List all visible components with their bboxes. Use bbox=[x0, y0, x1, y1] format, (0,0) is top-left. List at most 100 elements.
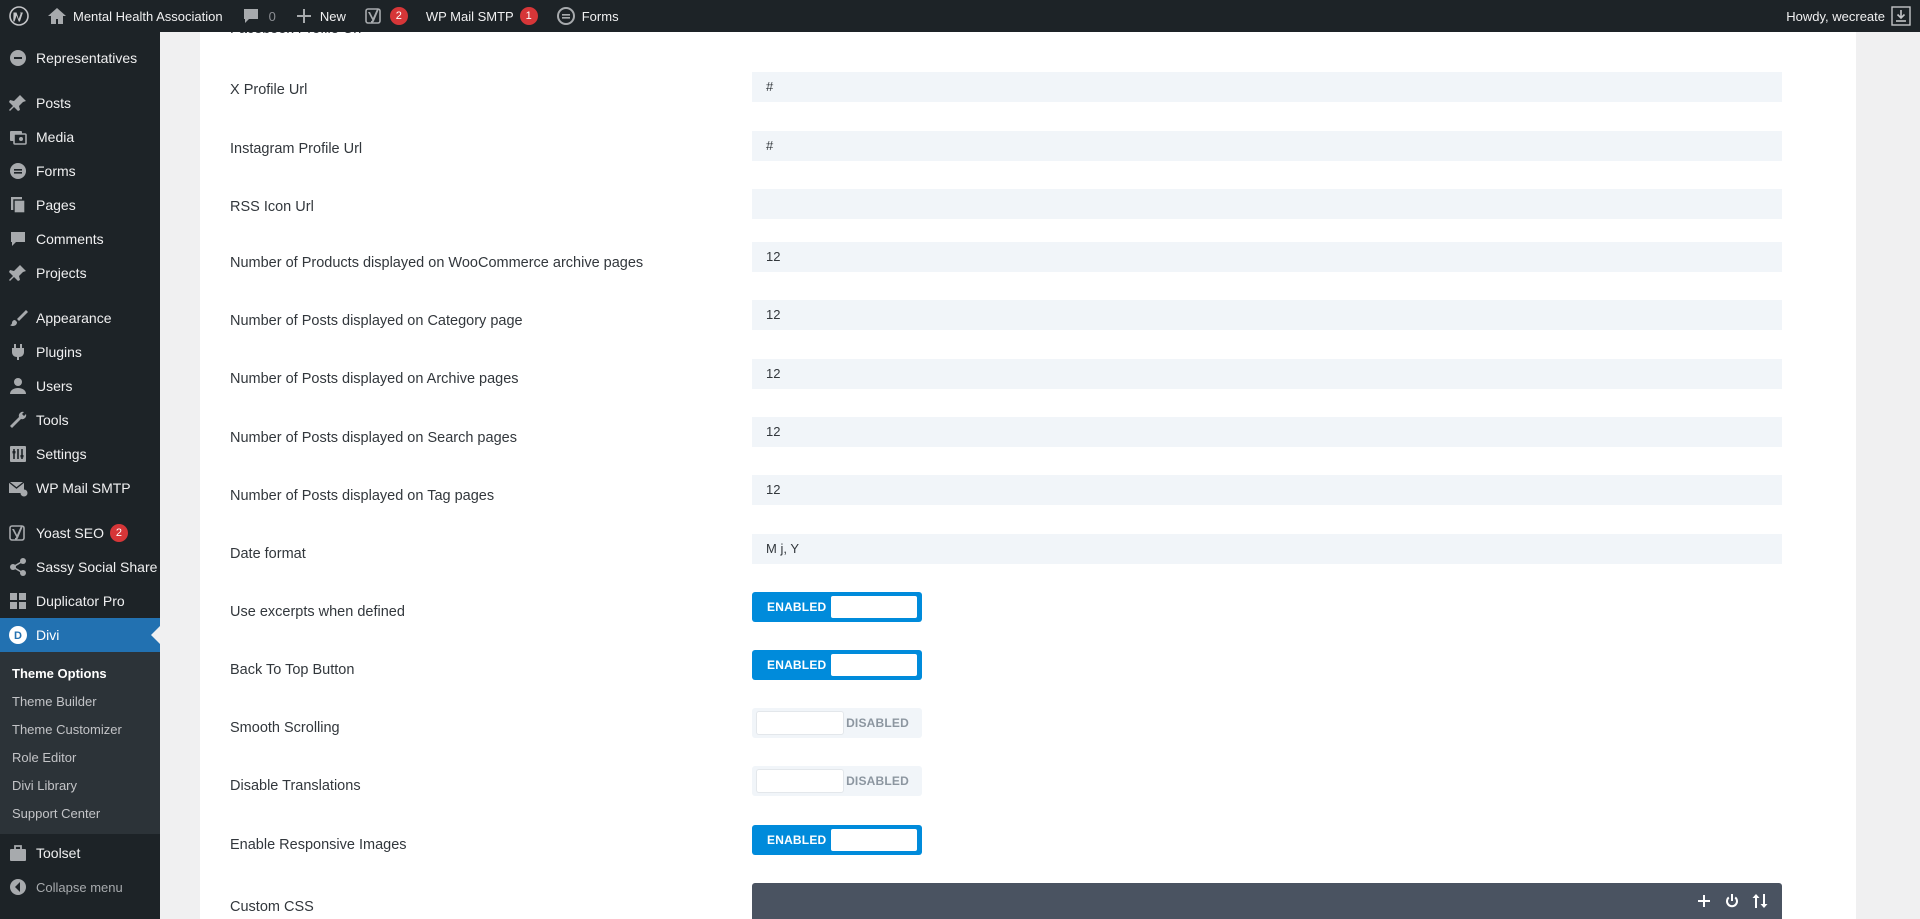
sidebar-item-sassy-social-share[interactable]: Sassy Social Share bbox=[0, 550, 160, 584]
toggle-state: DISABLED bbox=[846, 716, 909, 730]
sidebar-item-label: Duplicator Pro bbox=[36, 593, 125, 609]
sidebar-item-label: Users bbox=[36, 378, 73, 394]
site-name-link[interactable]: Mental Health Association bbox=[38, 0, 232, 32]
sidebar-item-toolset[interactable]: Toolset bbox=[0, 836, 160, 870]
toolset-icon bbox=[10, 845, 26, 861]
new-label: New bbox=[319, 8, 346, 24]
sidebar-item-representatives[interactable]: Representatives bbox=[0, 41, 160, 75]
sidebar-item-label: Projects bbox=[36, 265, 87, 281]
excerpts-toggle[interactable]: ENABLED bbox=[752, 592, 922, 622]
sidebar-item-plugins[interactable]: Plugins bbox=[0, 335, 160, 369]
forms-adminbar-button[interactable]: Forms bbox=[547, 0, 628, 32]
setting-row-date-format: Date format bbox=[200, 534, 1856, 564]
setting-row-excerpts: Use excerpts when defined ENABLED bbox=[200, 592, 1856, 622]
tag-posts-input[interactable] bbox=[752, 475, 1782, 505]
home-icon bbox=[48, 8, 66, 24]
comments-link[interactable]: 0 bbox=[232, 0, 285, 32]
wrench-icon bbox=[10, 411, 27, 428]
sidebar-item-duplicator-pro[interactable]: Duplicator Pro bbox=[0, 584, 160, 618]
toggle-state: ENABLED bbox=[767, 658, 827, 672]
smooth-scrolling-toggle[interactable]: DISABLED bbox=[752, 708, 922, 738]
setting-label: RSS Icon Url bbox=[230, 199, 314, 215]
setting-row-responsive-images: Enable Responsive Images ENABLED bbox=[200, 825, 1856, 855]
sidebar-item-divi[interactable]: D Divi bbox=[0, 618, 160, 652]
yoast-icon bbox=[9, 525, 25, 541]
x-profile-url-input[interactable] bbox=[752, 72, 1782, 102]
submenu-role-editor[interactable]: Role Editor bbox=[0, 743, 160, 771]
collapse-label: Collapse menu bbox=[36, 879, 123, 895]
sidebar-item-label: Divi bbox=[36, 627, 60, 643]
setting-label: Instagram Profile Url bbox=[230, 141, 363, 157]
submenu-support-center[interactable]: Support Center bbox=[0, 799, 160, 827]
setting-row-rss: RSS Icon Url bbox=[200, 189, 1856, 219]
responsive-images-toggle[interactable]: ENABLED bbox=[752, 825, 922, 855]
yoast-badge: 2 bbox=[389, 7, 408, 25]
custom-css-editor[interactable] bbox=[752, 883, 1782, 919]
setting-row-smooth-scrolling: Smooth Scrolling DISABLED bbox=[200, 708, 1856, 738]
wp-mail-smtp-button[interactable]: WP Mail SMTP 1 bbox=[417, 0, 547, 32]
representatives-icon bbox=[10, 50, 26, 66]
sidebar-item-yoast-seo[interactable]: Yoast SEO 2 bbox=[0, 516, 160, 550]
instagram-url-input[interactable] bbox=[752, 131, 1782, 161]
yoast-adminbar-button[interactable]: 2 bbox=[355, 0, 417, 32]
sidebar-item-settings[interactable]: Settings bbox=[0, 437, 160, 471]
archive-posts-input[interactable] bbox=[752, 359, 1782, 389]
settings-icon bbox=[10, 446, 26, 462]
setting-label: Number of Posts displayed on Archive pag… bbox=[230, 371, 519, 387]
sidebar-item-appearance[interactable]: Appearance bbox=[0, 301, 160, 335]
comments-count: 0 bbox=[268, 8, 276, 24]
toggle-state: ENABLED bbox=[767, 833, 827, 847]
wordpress-icon bbox=[9, 6, 29, 26]
media-icon bbox=[10, 131, 27, 145]
wp-mail-smtp-label: WP Mail SMTP bbox=[425, 8, 514, 24]
plus-icon[interactable] bbox=[1696, 893, 1712, 909]
editor-toolbar bbox=[1696, 893, 1768, 909]
power-icon[interactable] bbox=[1724, 893, 1740, 909]
svg-text:D: D bbox=[14, 630, 22, 642]
setting-label: Facebook Profile Url bbox=[230, 32, 361, 44]
toggle-state: DISABLED bbox=[846, 774, 909, 788]
setting-label: Number of Posts displayed on Search page… bbox=[230, 430, 517, 446]
howdy-text: Howdy, wecreate bbox=[1786, 8, 1885, 24]
toggle-knob bbox=[831, 829, 917, 851]
pages-icon bbox=[11, 197, 26, 214]
yoast-notification-badge: 2 bbox=[109, 524, 128, 542]
sidebar-item-posts[interactable]: Posts bbox=[0, 86, 160, 120]
sidebar-item-tools[interactable]: Tools bbox=[0, 403, 160, 437]
setting-label: Enable Responsive Images bbox=[230, 837, 407, 853]
wordpress-logo-button[interactable] bbox=[0, 0, 38, 32]
setting-row-disable-translations: Disable Translations DISABLED bbox=[200, 766, 1856, 796]
date-format-input[interactable] bbox=[752, 534, 1782, 564]
sidebar-item-label: Settings bbox=[36, 446, 87, 462]
disable-translations-toggle[interactable]: DISABLED bbox=[752, 766, 922, 796]
divi-icon: D bbox=[9, 626, 27, 644]
products-per-page-input[interactable] bbox=[752, 242, 1782, 272]
sidebar-item-label: Tools bbox=[36, 412, 69, 428]
submenu-theme-customizer[interactable]: Theme Customizer bbox=[0, 715, 160, 743]
submenu-theme-options[interactable]: Theme Options bbox=[0, 659, 160, 687]
new-content-button[interactable]: New bbox=[285, 0, 355, 32]
sidebar-item-users[interactable]: Users bbox=[0, 369, 160, 403]
pin-icon bbox=[9, 95, 26, 111]
sidebar-item-forms[interactable]: Forms bbox=[0, 154, 160, 188]
sidebar-item-wp-mail-smtp[interactable]: WP Mail SMTP bbox=[0, 471, 160, 505]
sort-arrows-icon[interactable] bbox=[1752, 893, 1768, 909]
divi-submenu: Theme Options Theme Builder Theme Custom… bbox=[0, 652, 160, 834]
sidebar-item-label: Toolset bbox=[36, 845, 81, 861]
sidebar-item-comments[interactable]: Comments bbox=[0, 222, 160, 256]
search-posts-input[interactable] bbox=[752, 417, 1782, 447]
sidebar-item-pages[interactable]: Pages bbox=[0, 188, 160, 222]
collapse-menu-button[interactable]: Collapse menu bbox=[0, 870, 160, 904]
duplicator-icon bbox=[10, 593, 26, 609]
my-account-link[interactable]: Howdy, wecreate bbox=[1777, 0, 1920, 32]
rss-url-input[interactable] bbox=[752, 189, 1782, 219]
setting-row-custom-css: Custom CSS bbox=[200, 883, 1856, 919]
submenu-divi-library[interactable]: Divi Library bbox=[0, 771, 160, 799]
sidebar-item-media[interactable]: Media bbox=[0, 120, 160, 154]
submenu-theme-builder[interactable]: Theme Builder bbox=[0, 687, 160, 715]
setting-label: X Profile Url bbox=[230, 82, 308, 98]
sidebar-item-projects[interactable]: Projects bbox=[0, 256, 160, 290]
setting-row-tag: Number of Posts displayed on Tag pages bbox=[200, 475, 1856, 505]
back-to-top-toggle[interactable]: ENABLED bbox=[752, 650, 922, 680]
category-posts-input[interactable] bbox=[752, 300, 1782, 330]
